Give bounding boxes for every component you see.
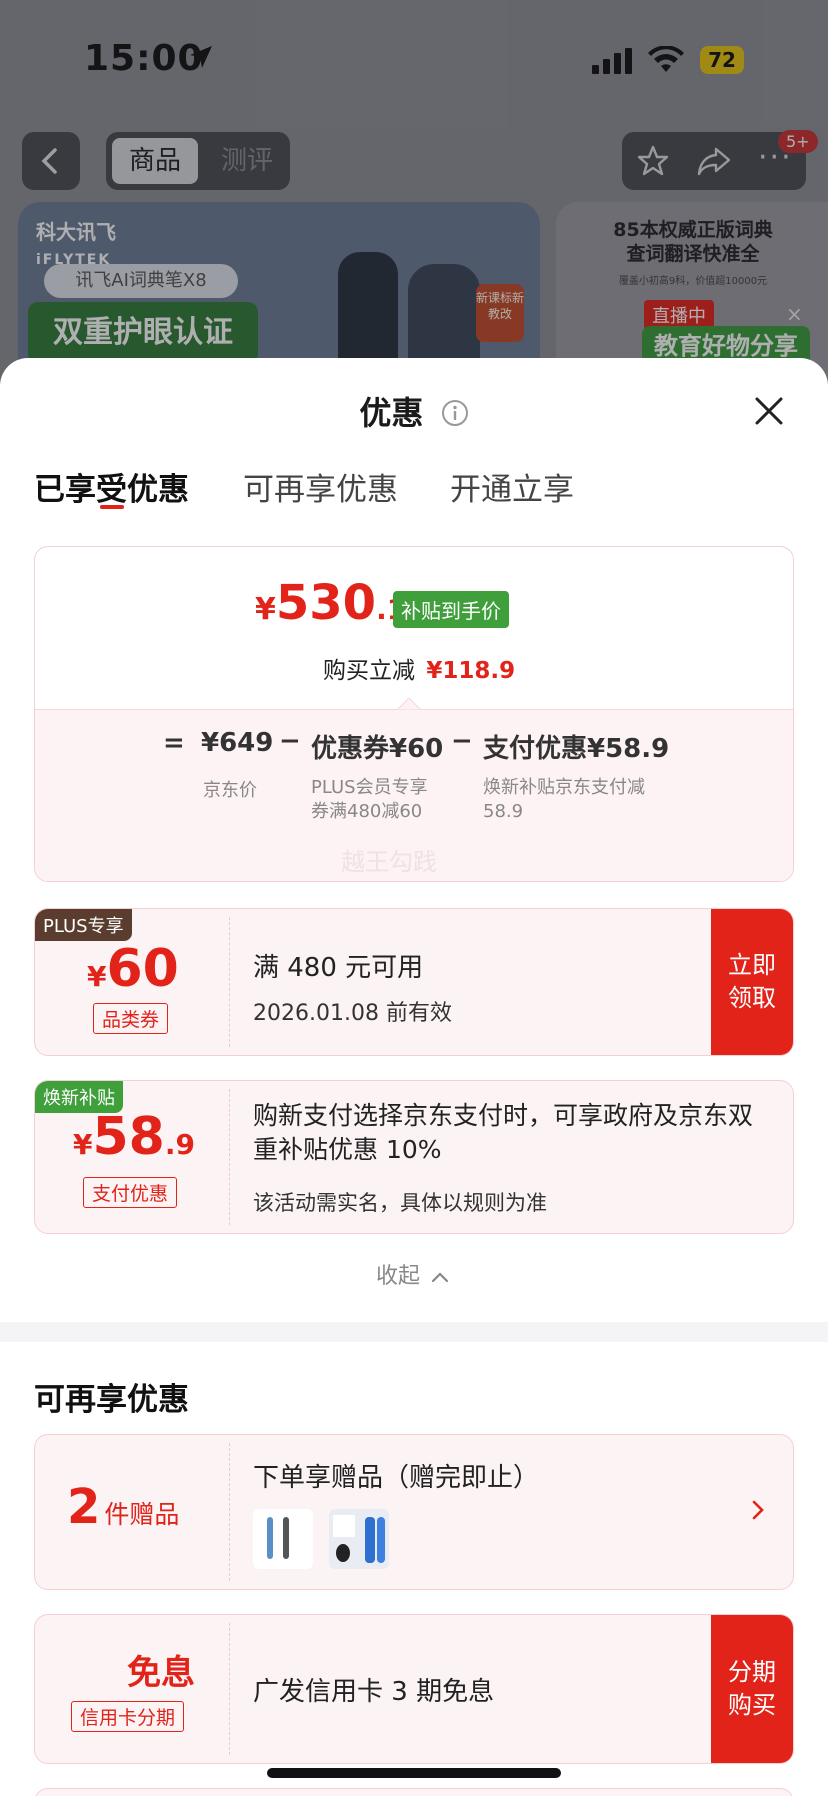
close-icon[interactable]	[752, 394, 786, 428]
formula-base: ¥649	[201, 728, 274, 758]
pay-discount-note: 该活动需实名，具体以规则为准	[253, 1191, 547, 1215]
coupon-type: 品类券	[93, 1003, 169, 1034]
section-divider	[0, 1322, 828, 1342]
installment-buy-button[interactable]: 分期购买	[711, 1615, 793, 1763]
tab-more-available[interactable]: 可再享优惠	[243, 464, 398, 509]
coupon-expiry: 2026.01.08 前有效	[253, 1001, 452, 1026]
formula-pay: 支付优惠¥58.9	[483, 734, 670, 764]
price-breakdown: = ¥649 − 优惠券¥60 − 支付优惠¥58.9 京东价 PLUS会员专享…	[35, 698, 793, 881]
instant-reduction: 购买立减 ¥118.9	[323, 658, 516, 684]
home-indicator[interactable]	[267, 1768, 561, 1778]
coupon-amount: ¥60	[87, 939, 179, 999]
formula-minus-1: −	[279, 726, 301, 756]
discount-sheet: 优惠 已享受优惠 可再享优惠 开通立享 ¥530.1 补贴到手价 购买立减 ¥1…	[0, 358, 828, 1796]
base-label: 京东价	[203, 780, 257, 801]
subsidy-price-tag: 补贴到手价	[393, 591, 509, 628]
gift-card[interactable]: 2 件赠品 下单享赠品（赠完即止）	[34, 1434, 794, 1590]
coupon-label: PLUS会员专享券满480减60	[311, 777, 428, 822]
claim-coupon-button[interactable]: 立即领取	[711, 909, 793, 1055]
interest-free-title: 免息	[127, 1653, 195, 1693]
pay-discount-desc: 购新支付选择京东支付时，可享政府及京东双重补贴优惠 10%	[253, 1101, 754, 1164]
collapse-button[interactable]: 收起	[376, 1258, 449, 1290]
more-discounts-title: 可再享优惠	[34, 1382, 189, 1418]
chevron-up-icon	[431, 1272, 449, 1283]
installment-desc: 广发信用卡 3 期免息	[253, 1677, 495, 1707]
tab-active-indicator	[100, 505, 124, 509]
installment-type: 信用卡分期	[71, 1701, 185, 1732]
watermark-text: 越王勾践	[341, 848, 437, 876]
formula-coupon: 优惠券¥60	[311, 734, 444, 764]
coupon-condition: 满 480 元可用	[253, 953, 424, 983]
sheet-title: 优惠	[0, 388, 828, 434]
tab-enjoyed[interactable]: 已享受优惠	[34, 464, 189, 509]
pay-subsidy-card: 焕新补贴 ¥58.9 支付优惠 购新支付选择京东支付时，可享政府及京东双重补贴优…	[34, 1080, 794, 1234]
pay-label: 焕新补贴京东支付减58.9	[483, 777, 645, 822]
plus-exclusive-tag: PLUS专享	[35, 909, 132, 941]
gift-desc: 下单享赠品（赠完即止）	[253, 1463, 540, 1493]
pay-discount-amount: ¥58.9	[73, 1107, 195, 1167]
price-summary-card: ¥530.1 补贴到手价 购买立减 ¥118.9 = ¥649 − 优惠券¥60…	[34, 546, 794, 882]
next-card-peek	[34, 1788, 794, 1796]
gift-image-2	[329, 1509, 389, 1569]
chevron-right-icon	[752, 1500, 764, 1520]
plus-coupon-card: PLUS专享 ¥60 品类券 满 480 元可用 2026.01.08 前有效 …	[34, 908, 794, 1056]
modal-overlay[interactable]	[0, 0, 828, 400]
gift-count: 2 件赠品	[67, 1479, 180, 1535]
final-price: ¥530.1	[255, 575, 407, 631]
gift-image-1	[253, 1509, 313, 1569]
tab-activate[interactable]: 开通立享	[450, 464, 574, 509]
pay-discount-type: 支付优惠	[83, 1177, 178, 1208]
formula-equals: =	[163, 728, 185, 758]
formula-minus-2: −	[451, 726, 473, 756]
info-icon[interactable]	[441, 399, 469, 427]
caret-up-icon	[397, 698, 421, 710]
installment-card: 免息 信用卡分期 广发信用卡 3 期免息 分期购买	[34, 1614, 794, 1764]
